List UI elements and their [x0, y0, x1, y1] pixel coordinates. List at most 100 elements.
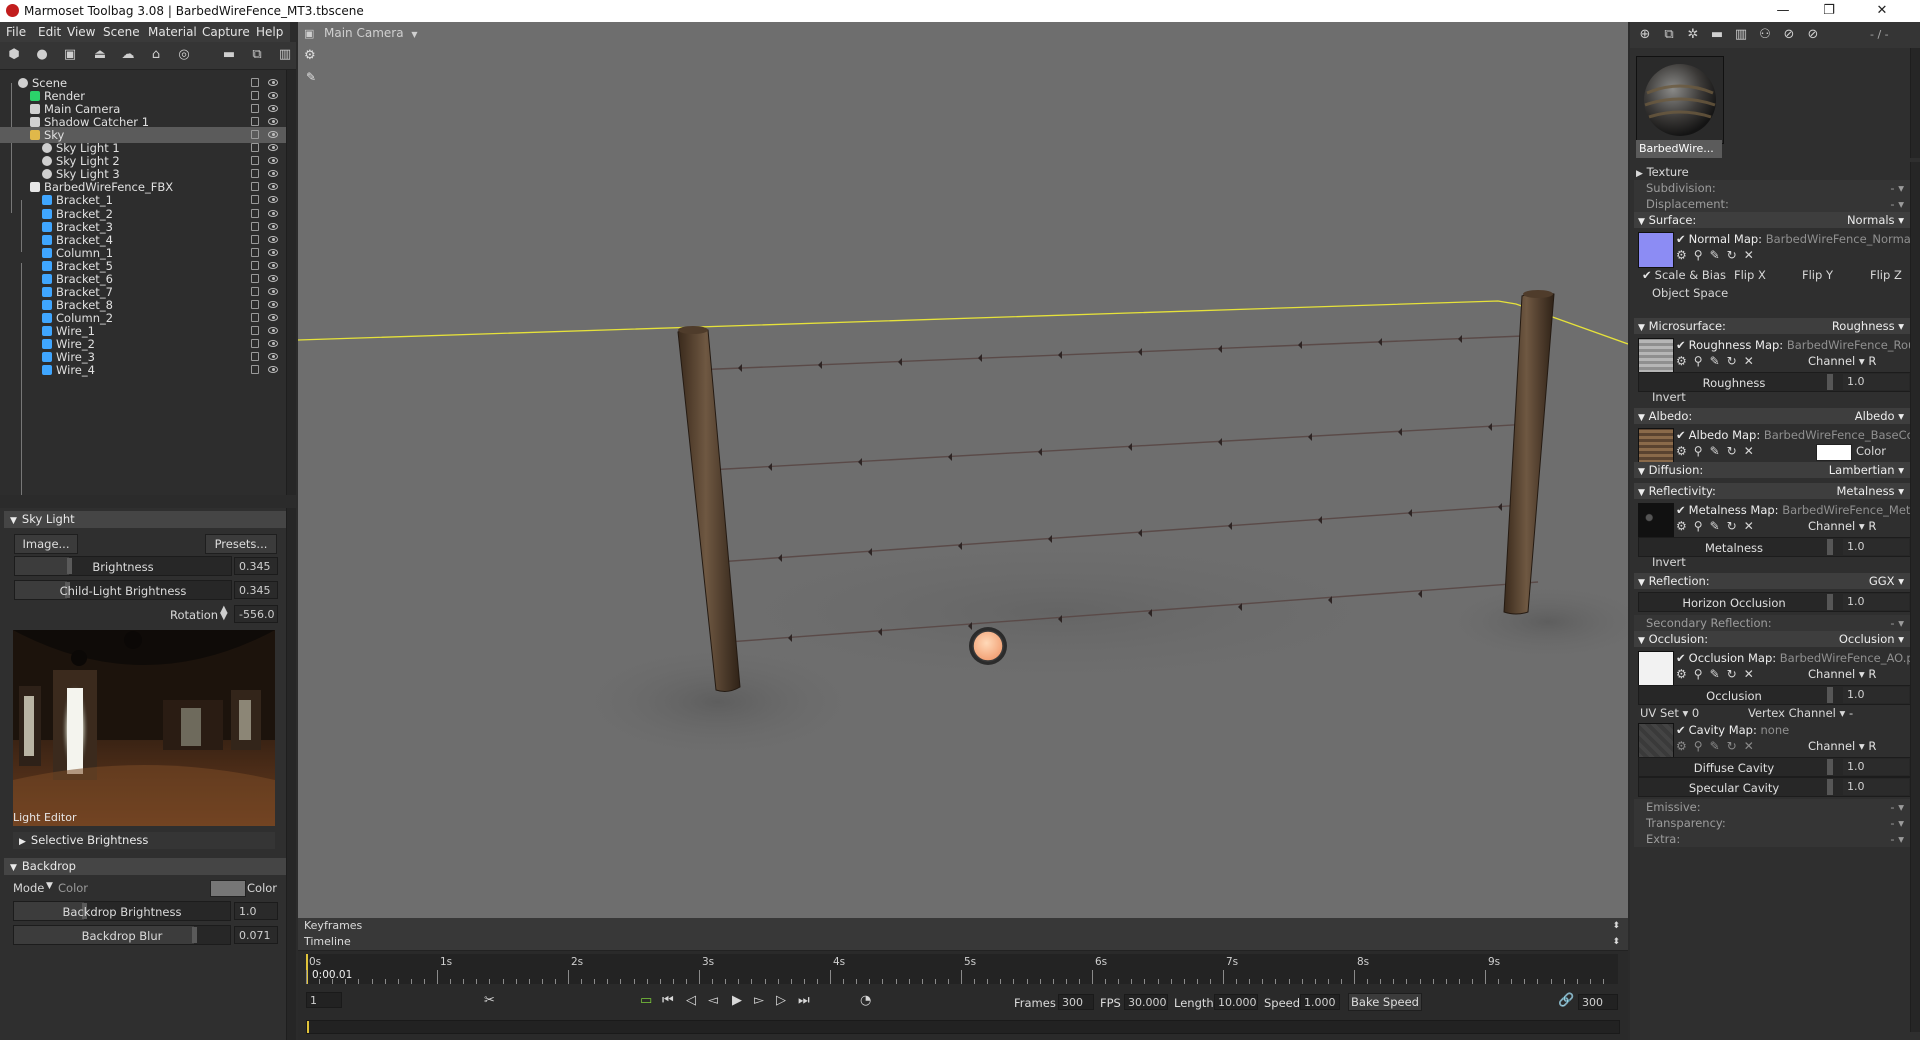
visibility-eye-icon[interactable]	[268, 144, 278, 152]
flip-y-checkbox[interactable]: Flip Y	[1802, 268, 1833, 282]
visibility-eye-icon[interactable]	[268, 300, 278, 308]
delete-material-icon[interactable]: ▥	[1734, 28, 1748, 42]
search-icon[interactable]: ⚲	[1694, 248, 1710, 262]
add-object-icon[interactable]: ⬢	[7, 48, 21, 62]
lock-icon[interactable]	[251, 169, 259, 179]
metalness-slider[interactable]: Metalness 1.0	[1638, 537, 1912, 557]
duplicate-material-icon[interactable]: ⧉	[1662, 28, 1676, 42]
occlusion-channel[interactable]: Channel ▾ R	[1808, 667, 1876, 681]
reload-icon[interactable]: ↻	[1727, 248, 1744, 262]
rotation-spinner-icon[interactable]: ▲ ▼	[220, 605, 228, 622]
menu-capture[interactable]: Capture	[202, 25, 250, 39]
open-material-icon[interactable]: ▬	[1710, 28, 1724, 42]
lock-icon[interactable]	[251, 365, 259, 375]
search-icon[interactable]: ⚲	[1694, 739, 1710, 753]
lock-icon[interactable]	[251, 195, 259, 205]
material-properties-scrollbar[interactable]	[1910, 162, 1920, 1032]
length-input[interactable]: 10.000	[1214, 994, 1258, 1010]
search-icon[interactable]: ⚲	[1694, 354, 1710, 368]
visibility-eye-icon[interactable]	[268, 366, 278, 374]
diffusion-header[interactable]: ▼ Diffusion: Lambertian ▾	[1634, 462, 1916, 478]
visibility-eye-icon[interactable]	[268, 79, 278, 86]
lock-icon[interactable]	[251, 234, 259, 244]
cavity-channel[interactable]: Channel ▾ R	[1808, 739, 1876, 753]
albedo-map-line[interactable]: ✔Albedo Map: BarbedWireFence_BaseCol...	[1676, 428, 1910, 442]
search-icon[interactable]: ⚲	[1694, 444, 1710, 458]
add-shadow-catcher-icon[interactable]: ⏏	[93, 48, 107, 62]
subdivision-header[interactable]: Subdivision: - ▾	[1634, 180, 1916, 196]
step-forward-icon[interactable]: ▻	[754, 993, 764, 1008]
visibility-eye-icon[interactable]	[268, 340, 278, 347]
reload-icon[interactable]: ↻	[1727, 444, 1744, 458]
add-material-icon[interactable]: ⊕	[1638, 28, 1652, 42]
lock-icon[interactable]	[251, 352, 259, 362]
sky-light-section-header[interactable]: ▼ Sky Light	[4, 511, 286, 528]
assign-material-icon[interactable]: ⚇	[1758, 28, 1772, 42]
menu-scene[interactable]: Scene	[103, 25, 140, 39]
settings-icon[interactable]: ⚙	[1676, 519, 1694, 533]
visibility-eye-icon[interactable]	[268, 157, 278, 165]
roughness-slider[interactable]: Roughness 1.0	[1638, 372, 1912, 392]
next-keyframe-icon[interactable]: ▷	[776, 993, 786, 1008]
close-icon[interactable]: ✕	[1744, 444, 1761, 458]
open-folder-icon[interactable]: ▬	[222, 48, 236, 62]
visibility-eye-icon[interactable]	[268, 105, 278, 113]
lock-icon[interactable]	[251, 91, 259, 101]
albedo-header[interactable]: ▼ Albedo: Albedo ▾	[1634, 408, 1916, 424]
occlusion-map-line[interactable]: ✔Occlusion Map: BarbedWireFence_AO.p...	[1676, 651, 1910, 665]
visibility-eye-icon[interactable]	[268, 248, 278, 256]
visibility-eye-icon[interactable]	[268, 326, 278, 334]
material-thumbnail[interactable]	[1636, 56, 1724, 144]
reflection-header[interactable]: ▼ Reflection: GGX ▾	[1634, 573, 1916, 589]
brush-icon[interactable]: ✎	[306, 70, 316, 84]
lock-icon[interactable]	[251, 104, 259, 114]
visibility-eye-icon[interactable]	[268, 235, 278, 243]
occlusion-map-thumbnail[interactable]	[1638, 651, 1674, 687]
backdrop-brightness-slider[interactable]: Backdrop Brightness	[13, 901, 231, 921]
prev-keyframe-icon[interactable]: ◁	[686, 993, 696, 1008]
albedo-color-swatch[interactable]	[1816, 444, 1852, 461]
material-name[interactable]: BarbedWire...	[1636, 140, 1722, 158]
add-turntable-icon[interactable]: ◎	[177, 48, 191, 62]
presets-button[interactable]: Presets...	[205, 534, 277, 554]
loop-icon[interactable]: ▭	[640, 993, 652, 1008]
backdrop-color-swatch[interactable]	[210, 880, 246, 897]
expand-keyframes-icon[interactable]: ⬍	[1612, 918, 1620, 934]
visibility-eye-icon[interactable]	[268, 261, 278, 269]
end-frame-input[interactable]: 300	[1578, 994, 1618, 1010]
emissive-header[interactable]: Emissive: - ▾	[1634, 799, 1916, 815]
uv-set-dropdown[interactable]: UV Set ▾ 0	[1640, 706, 1699, 720]
lock-icon[interactable]	[251, 130, 259, 140]
menu-file[interactable]: File	[6, 25, 26, 39]
outliner-scrollbar[interactable]	[286, 70, 296, 495]
backdrop-blur-slider[interactable]: Backdrop Blur	[13, 925, 231, 945]
settings-icon[interactable]: ⚙	[1676, 739, 1694, 753]
backdrop-brightness-value[interactable]: 1.0	[234, 902, 278, 920]
object-space-checkbox[interactable]: Object Space	[1652, 286, 1728, 300]
secondary-reflection-header[interactable]: Secondary Reflection: - ▾	[1634, 615, 1916, 631]
reload-icon[interactable]: ↻	[1727, 667, 1744, 681]
lock-icon[interactable]	[251, 273, 259, 283]
delete-icon[interactable]: ▥	[278, 48, 292, 62]
lock-icon[interactable]	[251, 299, 259, 309]
timeline-scrollbar[interactable]	[306, 1020, 1620, 1034]
menu-material[interactable]: Material	[148, 25, 197, 39]
scale-bias-checkbox[interactable]: ✔ Scale & Bias	[1642, 268, 1726, 282]
lock-icon[interactable]	[251, 117, 259, 127]
timeline-bar[interactable]: Timeline ⬍	[298, 934, 1628, 951]
keyframes-bar[interactable]: Keyframes ⬍	[298, 918, 1628, 935]
lock-icon[interactable]	[251, 156, 259, 166]
expand-timeline-icon[interactable]: ⬍	[1612, 934, 1620, 950]
search-icon[interactable]: ⚲	[1694, 667, 1710, 681]
close-button[interactable]: ✕	[1852, 0, 1912, 22]
metalness-map-thumbnail[interactable]	[1638, 503, 1674, 539]
clear-material-icon[interactable]: ⊘	[1806, 28, 1820, 42]
reload-icon[interactable]: ↻	[1727, 519, 1744, 533]
speed-input[interactable]: 1.000	[1300, 994, 1340, 1010]
roughness-map-thumbnail[interactable]	[1638, 338, 1674, 374]
child-light-brightness-slider[interactable]: Child-Light Brightness	[14, 580, 232, 600]
scissors-icon[interactable]: ✂	[484, 993, 495, 1008]
extra-header[interactable]: Extra: - ▾	[1634, 831, 1916, 847]
roughness-channel[interactable]: Channel ▾ R	[1808, 354, 1876, 368]
visibility-eye-icon[interactable]	[268, 183, 278, 191]
